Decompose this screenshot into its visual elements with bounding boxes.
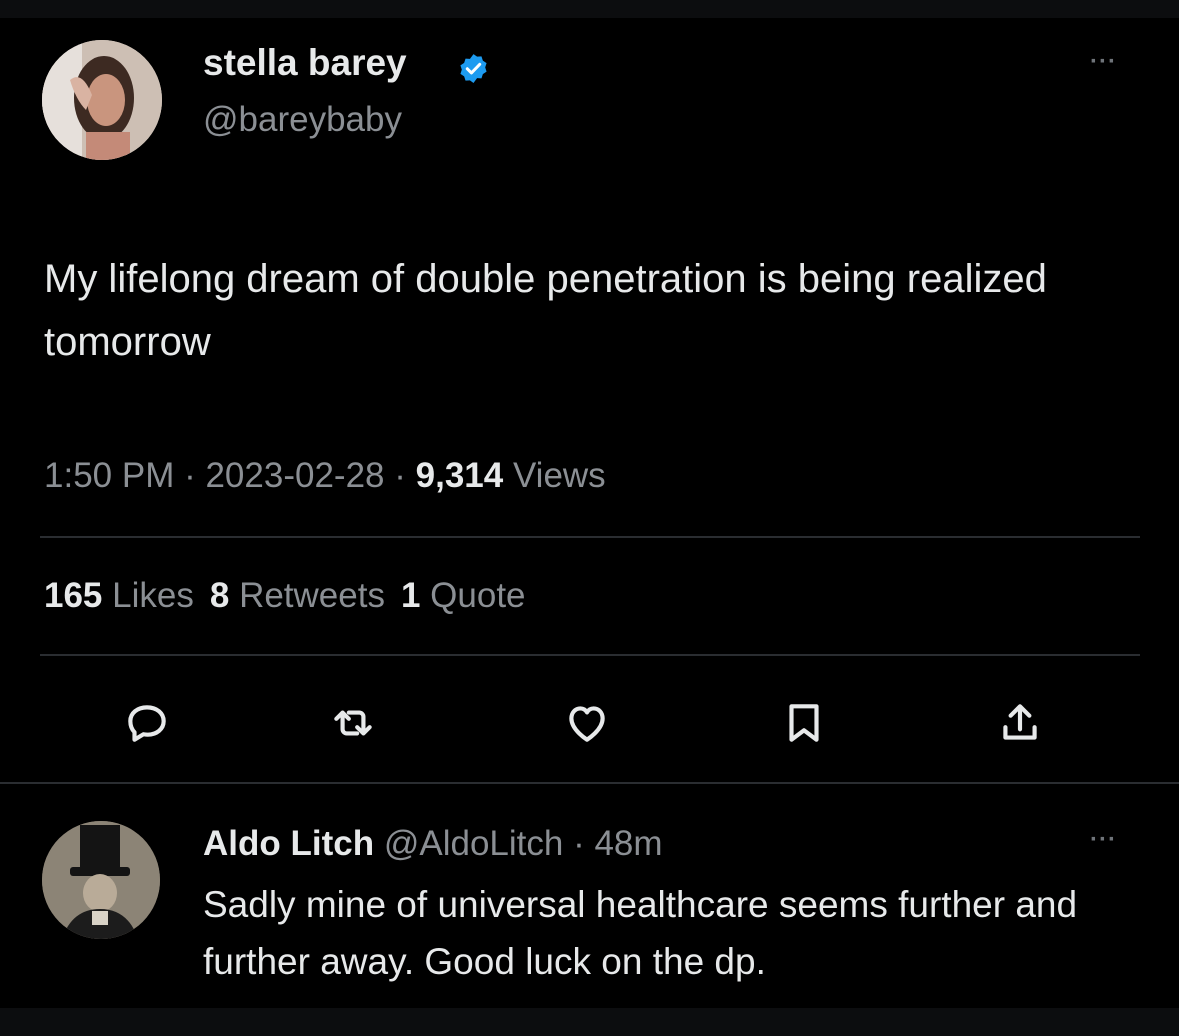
reply-text: Sadly mine of universal healthcare seems… [203,884,1078,982]
views-label: Views [512,456,606,495]
quotes-count: 1 [400,576,421,615]
divider [40,654,1140,656]
share-button[interactable] [995,698,1045,748]
bookmark-icon [789,704,819,742]
likes-stat[interactable]: 165 Likes [44,576,194,615]
avatar-photo [42,821,160,939]
meta-separator: · [174,456,206,495]
more-options-icon[interactable]: ··· [1090,48,1117,76]
engagement-stats: 165 Likes 8 Retweets 1 Quote [44,576,526,616]
retweet-icon [334,710,372,736]
heart-icon [569,706,605,742]
author-name[interactable]: stella barey [203,42,407,84]
quotes-stat[interactable]: 1 Quote [401,576,526,615]
reply-author-avatar[interactable] [42,821,160,939]
share-icon [1003,704,1037,740]
tweet-date[interactable]: 2023-02-28 [205,456,384,495]
retweets-label: Retweets [239,576,385,615]
author-handle[interactable]: @bareybaby [203,100,402,140]
bookmark-button[interactable] [779,698,829,748]
reply-author-name[interactable]: Aldo Litch [203,824,374,863]
tweet-meta: 1:50 PM · 2023-02-28 · 9,314 Views [44,456,606,496]
reply-more-options-icon[interactable]: ··· [1090,826,1117,854]
author-avatar[interactable] [42,40,162,160]
retweet-button[interactable] [328,698,378,748]
reply-header: Aldo Litch @AldoLitch · 48m [203,824,663,864]
reply-icon [128,705,166,742]
views-count: 9,314 [415,456,504,495]
likes-label: Likes [112,576,194,615]
quotes-label: Quote [430,576,526,615]
likes-count: 165 [44,576,103,615]
like-button[interactable] [562,698,612,748]
tweet-screenshot: stella barey @bareybaby ··· My lifelong … [0,18,1179,1008]
tweet-time[interactable]: 1:50 PM [44,456,174,495]
reply-button[interactable] [122,698,172,748]
reply-separator: · [563,824,595,863]
retweets-stat[interactable]: 8 Retweets [210,576,385,615]
divider [40,536,1140,538]
divider [0,782,1179,784]
tweet-text: My lifelong dream of double penetration … [44,257,1047,364]
meta-separator: · [384,456,416,495]
reply-age[interactable]: 48m [594,824,662,863]
avatar-photo [42,40,162,160]
verified-badge-icon [457,52,490,85]
reply-author-handle[interactable]: @AldoLitch [384,824,564,863]
retweets-count: 8 [209,576,230,615]
